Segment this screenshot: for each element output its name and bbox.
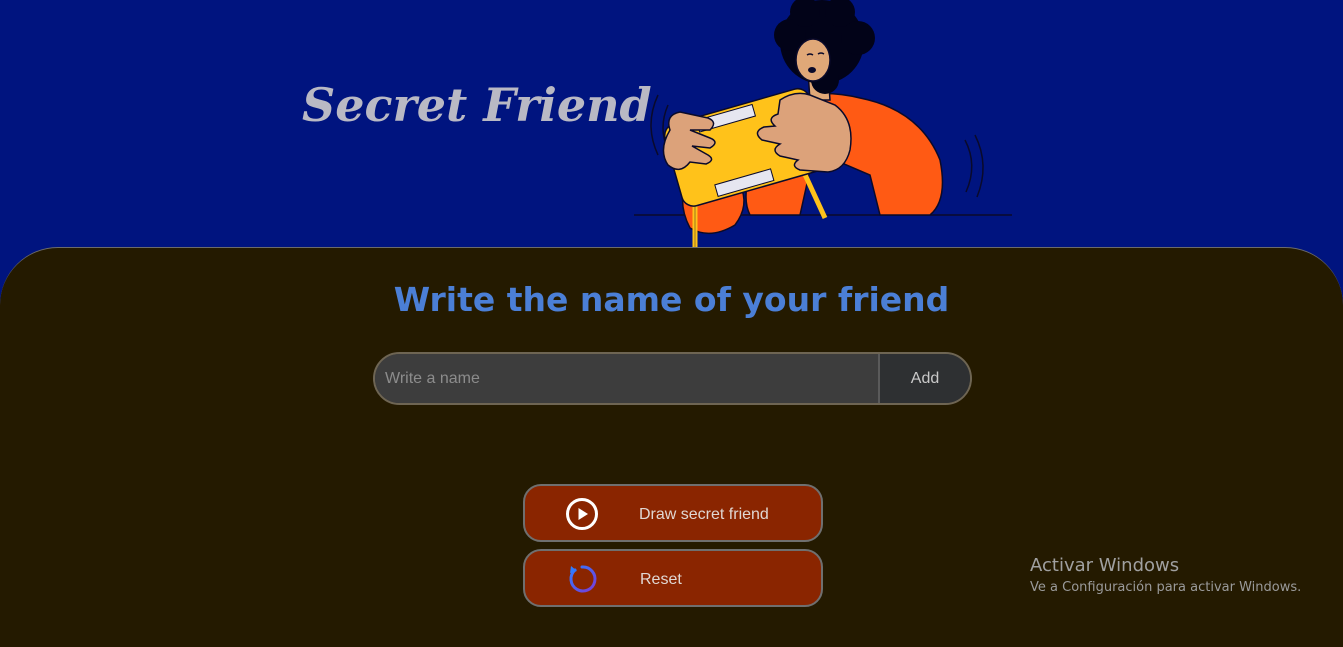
instruction-heading: Write the name of your friend — [393, 280, 950, 319]
windows-activation-watermark: Activar Windows Ve a Configuración para … — [1030, 555, 1301, 595]
play-circle-icon — [566, 498, 598, 530]
reset-button[interactable]: Reset — [523, 549, 823, 607]
page-title: Secret Friend — [302, 78, 652, 132]
header: Secret Friend — [0, 0, 1343, 250]
draw-button-label: Draw secret friend — [639, 506, 769, 523]
reset-icon — [569, 565, 597, 593]
name-input[interactable] — [375, 354, 878, 403]
reset-button-label: Reset — [640, 571, 682, 588]
add-button[interactable]: Add — [878, 354, 970, 403]
draw-secret-friend-button[interactable]: Draw secret friend — [523, 484, 823, 542]
watermark-subtitle: Ve a Configuración para activar Windows. — [1030, 580, 1302, 595]
watermark-title: Activar Windows — [1030, 555, 1180, 576]
person-holding-game-console-illustration — [634, 0, 1012, 250]
add-friend-form: Add — [373, 352, 972, 405]
